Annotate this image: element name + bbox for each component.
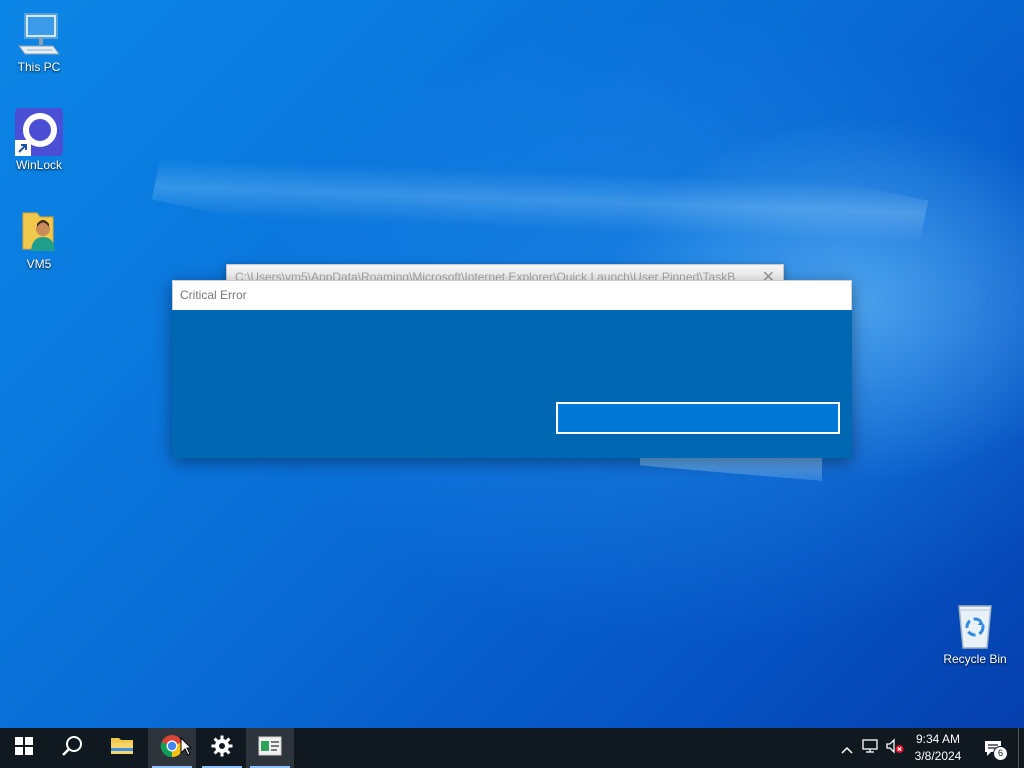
start-button[interactable] [0,728,48,768]
notification-icon: 6 [982,737,1008,761]
user-folder-icon [15,207,63,255]
dialog-title: Critical Error [180,288,247,302]
desktop-icon-label: Recycle Bin [943,652,1007,666]
show-hidden-icons-button[interactable] [838,728,856,768]
show-desktop-button[interactable] [1018,728,1024,768]
windows-logo-icon [15,737,33,759]
taskbar: 9:34 AM 3/8/2024 6 [0,728,1024,768]
folder-icon [110,736,134,760]
desktop-icon-vm5[interactable]: VM5 [1,207,77,271]
desktop: This PC WinLock VM5 Recycle Bin C:\Users… [0,0,1024,728]
chevron-up-icon [841,739,853,758]
mouse-cursor-icon [180,736,193,760]
volume-tray-button[interactable] [884,728,906,768]
network-tray-button[interactable] [860,728,882,768]
clock-date: 3/8/2024 [914,749,962,763]
desktop-icon-recycle-bin[interactable]: Recycle Bin [937,602,1013,666]
app-window-icon [258,736,282,760]
settings-button[interactable] [198,728,246,768]
wallpaper-light-beam [640,455,822,481]
desktop-icon-label: WinLock [15,158,62,172]
dialog-titlebar[interactable]: Critical Error [172,280,852,310]
network-icon [862,738,880,758]
critical-error-dialog: Critical Error [172,280,852,458]
file-explorer-button[interactable] [98,728,146,768]
desktop-icon-this-pc[interactable]: This PC [1,10,77,74]
volume-muted-icon [885,738,905,758]
clock[interactable]: 9:34 AM 3/8/2024 [908,731,968,765]
winlock-icon [15,108,63,156]
dialog-body [172,310,852,458]
recycle-bin-icon [951,602,999,650]
gear-icon [211,735,233,761]
search-button[interactable] [48,728,96,768]
app-window-button[interactable] [246,728,294,768]
search-icon [61,735,83,761]
desktop-icon-label: This PC [17,60,61,74]
notification-count-badge: 6 [993,746,1008,761]
desktop-icon-winlock[interactable]: WinLock [1,108,77,172]
desktop-icon-label: VM5 [26,257,52,271]
clock-time: 9:34 AM [915,732,961,746]
action-center-button[interactable]: 6 [978,728,1008,768]
computer-icon [15,10,63,58]
unlock-code-input[interactable] [556,402,840,434]
